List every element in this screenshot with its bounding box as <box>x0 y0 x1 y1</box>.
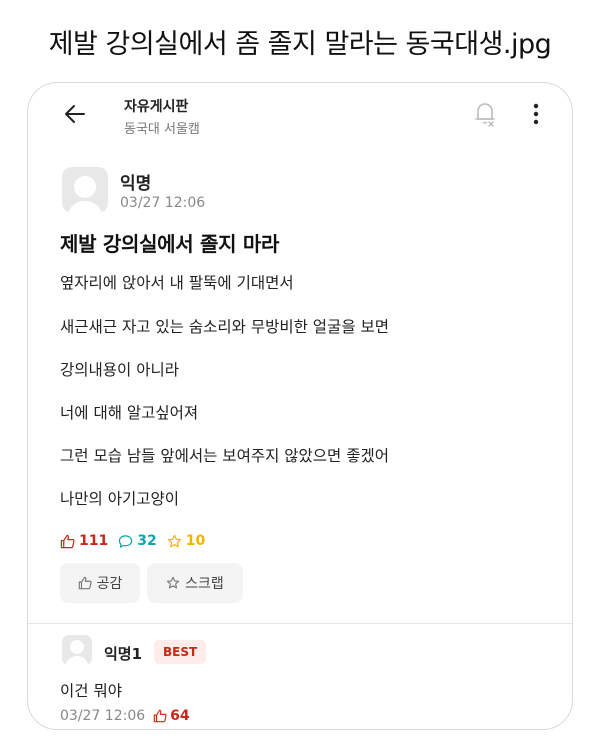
bell-off-icon[interactable] <box>472 99 498 129</box>
comment-body: 이건 뭐야 <box>60 682 122 700</box>
like-count-value: 111 <box>79 533 109 549</box>
scrap-button-label: 스크랩 <box>185 576 224 592</box>
comment-like[interactable]: 64 <box>153 708 190 724</box>
comment-count: 32 <box>118 533 157 549</box>
like-count: 111 <box>60 533 108 549</box>
post-time: 03/27 12:06 <box>120 195 206 211</box>
comment-like-count: 64 <box>170 708 190 724</box>
scrap-count-value: 10 <box>185 533 206 549</box>
comment-time: 03/27 12:06 <box>60 708 146 724</box>
comment-author: 익명1 <box>104 645 143 663</box>
thumbs-up-icon <box>78 576 92 590</box>
like-button[interactable]: 공감 <box>60 563 140 603</box>
comment-meta: 03/27 12:06 64 <box>60 708 190 724</box>
post-line: 옆자리에 앉아서 내 팔뚝에 기대면서 <box>60 274 294 292</box>
board-subtitle: 동국대 서울캠 <box>124 122 200 137</box>
scrap-button[interactable]: 스크랩 <box>147 563 243 603</box>
like-button-label: 공감 <box>96 576 123 592</box>
scrap-count: 10 <box>167 533 205 549</box>
back-arrow-icon[interactable] <box>62 101 88 127</box>
thumbs-up-icon <box>153 709 167 723</box>
post-line: 새근새근 자고 있는 숨소리와 무방비한 얼굴을 보면 <box>60 318 390 336</box>
comment-icon <box>119 534 133 548</box>
divider <box>28 623 572 624</box>
best-badge: BEST <box>154 640 207 664</box>
thumbs-up-icon <box>60 534 75 548</box>
star-icon <box>167 534 181 547</box>
post-line: 너에 대해 알고싶어져 <box>60 404 199 422</box>
author-avatar <box>62 167 108 213</box>
board-title: 자유게시판 <box>124 99 189 115</box>
post-line: 나만의 아기고양이 <box>60 490 180 508</box>
image-caption: 제발 강의실에서 좀 졸지 말라는 동국대생.jpg <box>48 29 552 60</box>
post-line: 그런 모습 남들 앞에서는 보여주지 않았으면 좋겠어 <box>60 447 390 465</box>
board-header: 자유게시판 동국대 서울캠 <box>28 83 572 151</box>
post-title: 제발 강의실에서 졸지 마라 <box>60 232 280 256</box>
post-line: 강의내용이 아니라 <box>60 361 180 379</box>
comment-count-value: 32 <box>137 533 157 549</box>
post-counts: 111 32 10 <box>60 531 215 551</box>
more-vertical-icon[interactable] <box>526 101 546 127</box>
phone-frame: 자유게시판 동국대 서울캠 익명 03/27 12:06 제발 강의실에서 졸지… <box>27 82 573 730</box>
star-icon <box>167 576 180 589</box>
comment-avatar <box>62 635 92 665</box>
post-author: 익명 <box>120 174 152 194</box>
